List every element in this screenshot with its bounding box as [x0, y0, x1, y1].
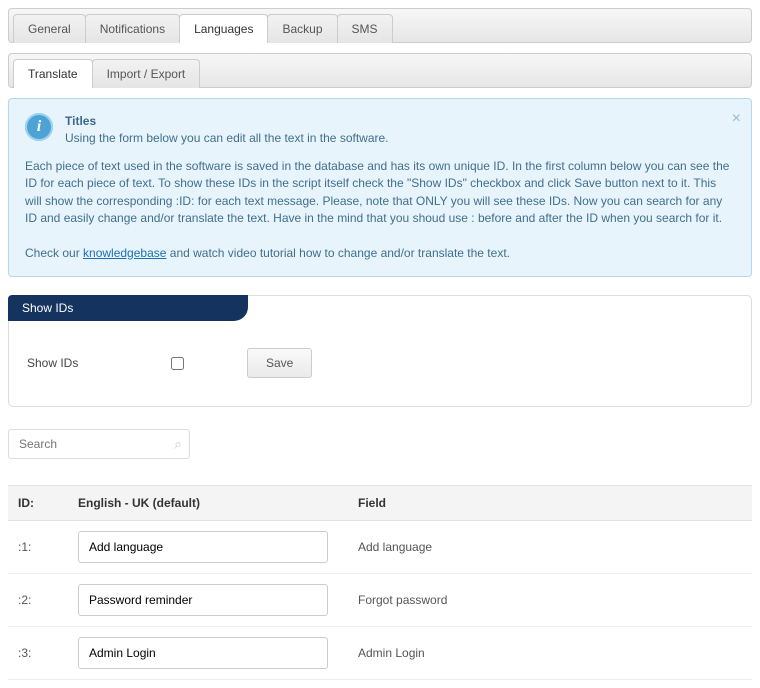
show-ids-checkbox[interactable] — [171, 357, 184, 370]
subtab-import-export[interactable]: Import / Export — [92, 59, 201, 88]
primary-tabbar: GeneralNotificationsLanguagesBackupSMS — [8, 8, 752, 43]
row-field: Admin Login — [348, 627, 752, 680]
info-body: Each piece of text used in the software … — [25, 158, 735, 228]
info-icon: i — [25, 113, 53, 141]
col-header-id: ID: — [8, 486, 68, 521]
info-panel: × i Titles Using the form below you can … — [8, 98, 752, 277]
show-ids-label: Show IDs — [27, 356, 107, 370]
secondary-tabbar: TranslateImport / Export — [8, 53, 752, 88]
search-wrap: ⌕ — [8, 429, 190, 459]
row-id: :1: — [8, 521, 68, 574]
subtab-translate[interactable]: Translate — [13, 59, 93, 88]
info-footer: Check our knowledgebase and watch video … — [25, 245, 735, 262]
knowledgebase-link[interactable]: knowledgebase — [83, 246, 166, 260]
tab-notifications[interactable]: Notifications — [85, 14, 180, 43]
translation-input[interactable] — [78, 531, 328, 563]
row-field: Forgot password — [348, 574, 752, 627]
tab-languages[interactable]: Languages — [179, 14, 268, 43]
save-button[interactable]: Save — [247, 348, 312, 378]
table-row: :3: Admin Login — [8, 627, 752, 680]
translation-input[interactable] — [78, 637, 328, 669]
table-row: :1: Add language — [8, 521, 752, 574]
row-id: :2: — [8, 574, 68, 627]
row-id: :3: — [8, 627, 68, 680]
show-ids-legend: Show IDs — [8, 295, 248, 321]
table-row: :2: Forgot password — [8, 574, 752, 627]
row-value-cell — [68, 627, 348, 680]
tab-backup[interactable]: Backup — [267, 14, 337, 43]
col-header-english: English - UK (default) — [68, 486, 348, 521]
search-input[interactable] — [8, 429, 190, 459]
search-icon: ⌕ — [174, 436, 182, 453]
close-icon[interactable]: × — [732, 107, 741, 130]
row-value-cell — [68, 521, 348, 574]
row-field: Add language — [348, 521, 752, 574]
translations-table: ID: English - UK (default) Field :1: Add … — [8, 485, 752, 680]
tab-sms[interactable]: SMS — [337, 14, 393, 43]
col-header-field: Field — [348, 486, 752, 521]
info-subtitle: Using the form below you can edit all th… — [65, 130, 389, 147]
row-value-cell — [68, 574, 348, 627]
translation-input[interactable] — [78, 584, 328, 616]
show-ids-fieldset: Show IDs Show IDs Save — [8, 295, 752, 407]
info-title: Titles — [65, 113, 389, 130]
tab-general[interactable]: General — [13, 14, 86, 43]
